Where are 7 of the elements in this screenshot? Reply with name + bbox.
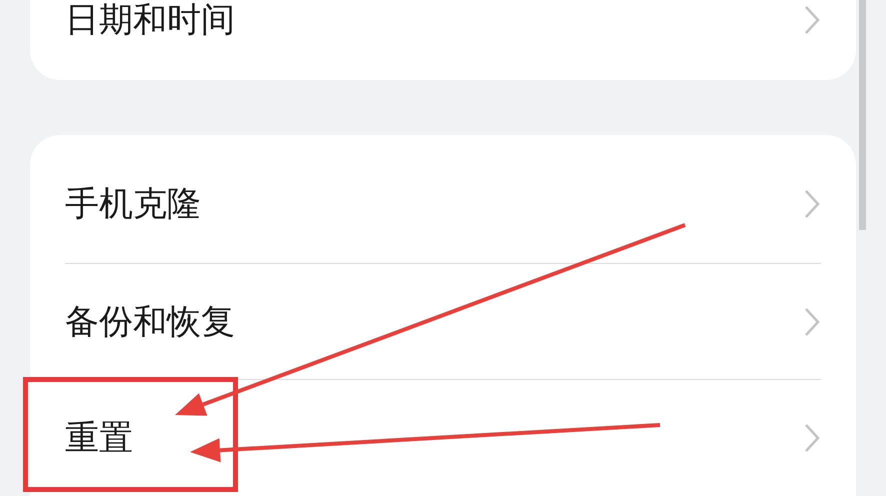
chevron-right-icon: [803, 188, 821, 220]
chevron-right-icon: [803, 306, 821, 338]
settings-row[interactable]: 手机克隆: [65, 146, 821, 263]
settings-row[interactable]: 备份和恢复: [65, 262, 821, 380]
chevron-right-icon: [803, 4, 821, 36]
chevron-right-icon: [803, 422, 821, 454]
settings-row[interactable]: 日期和时间: [65, 0, 821, 38]
